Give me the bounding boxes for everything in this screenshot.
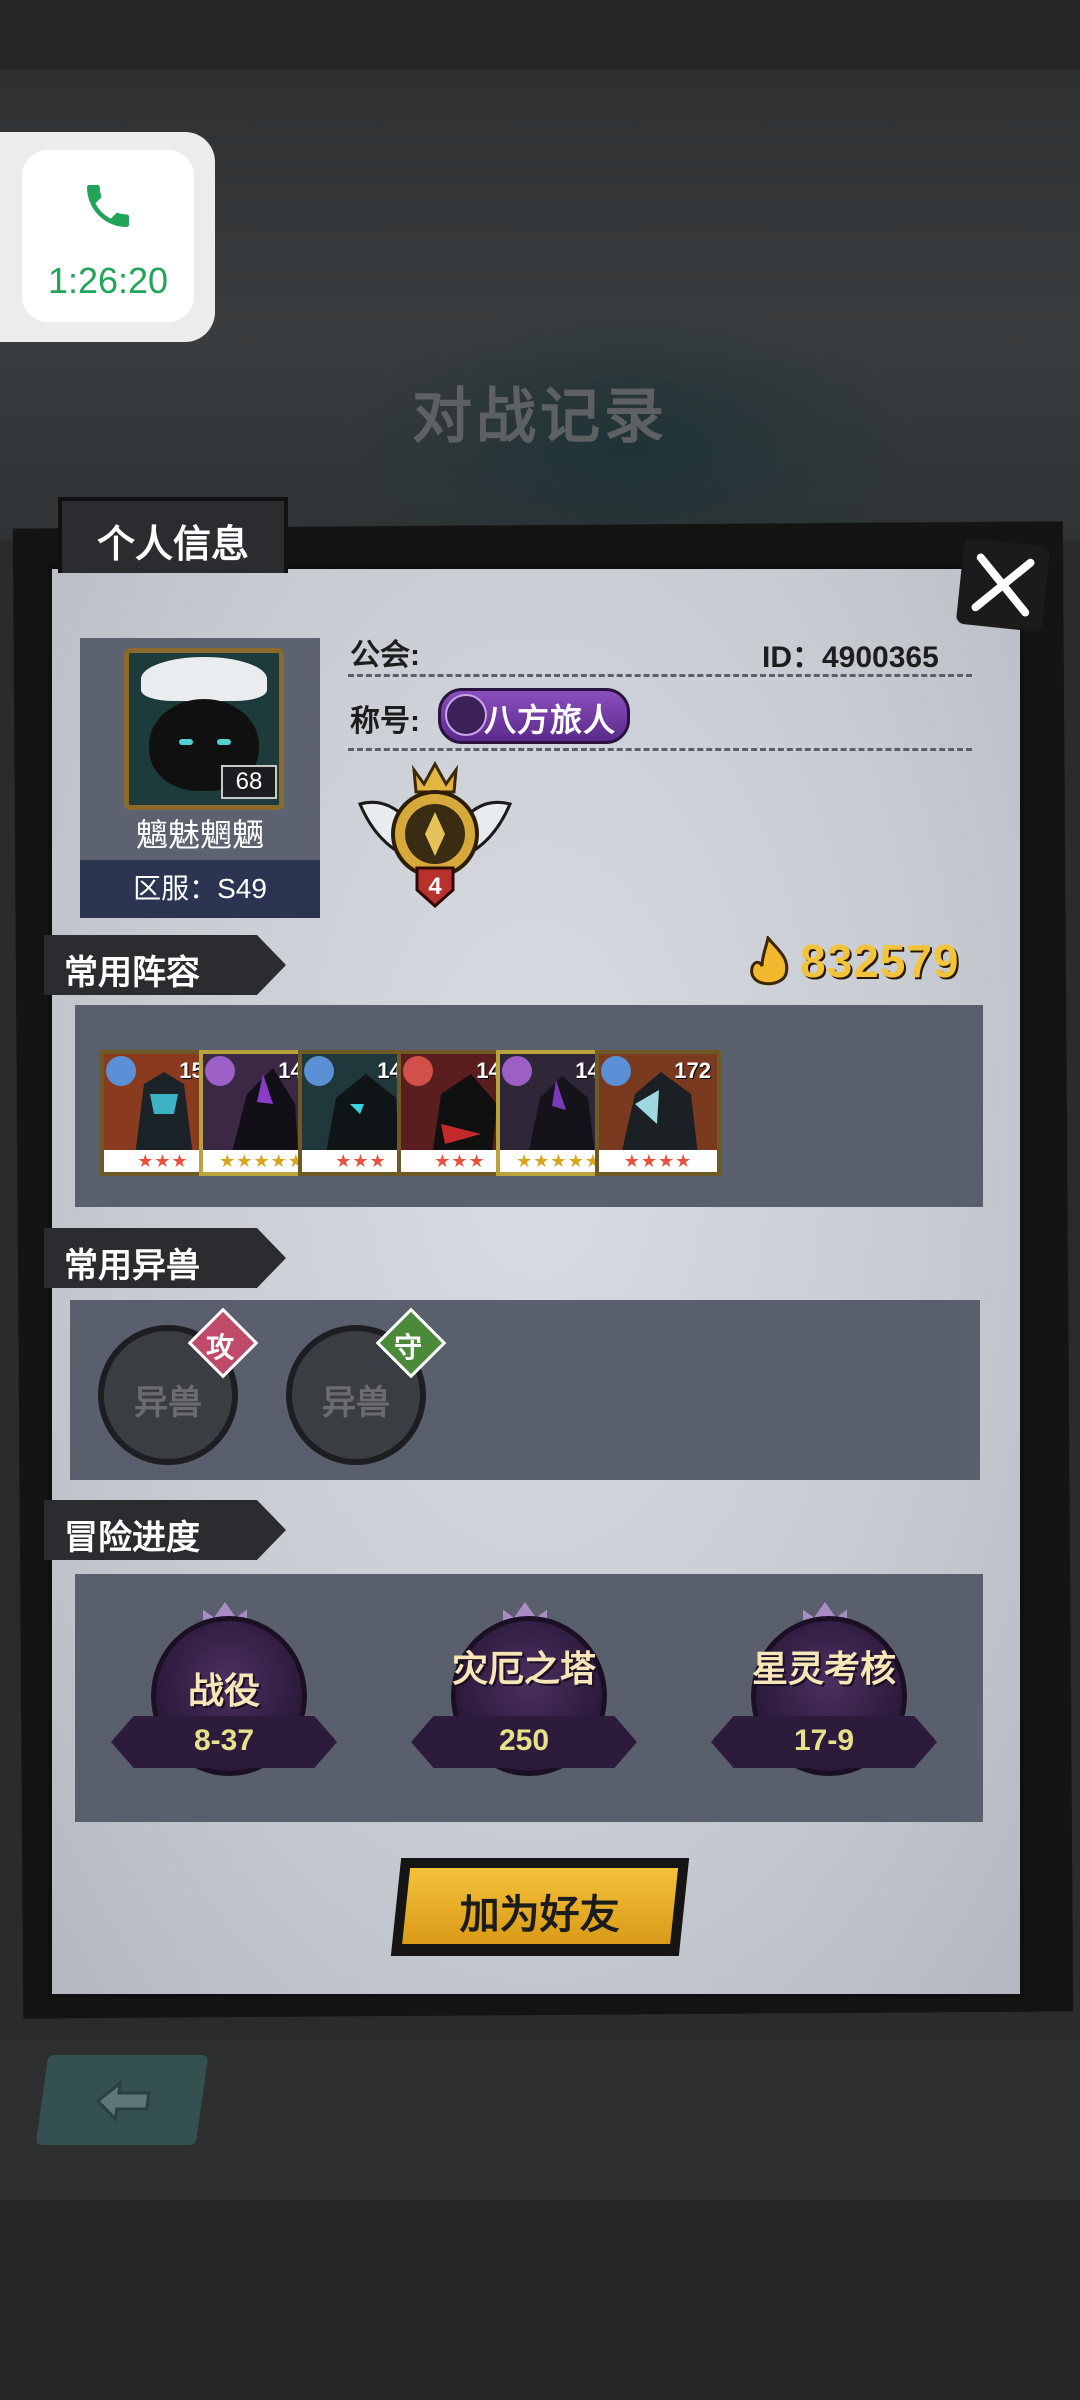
title-badge-text: 八方旅人: [483, 702, 616, 738]
void-faction-icon: [205, 1056, 235, 1086]
section-label-progress: 冒险进度: [44, 1500, 286, 1560]
progress-name: 灾厄之塔: [451, 1648, 596, 1689]
phone-icon: [87, 185, 129, 227]
player-nickname: 魑魅魍魉: [135, 817, 264, 853]
rank-level: 4: [428, 873, 442, 900]
hero-level: 172: [674, 1058, 711, 1083]
fire-faction-icon: [403, 1056, 433, 1086]
rank-emblem[interactable]: 4: [350, 756, 520, 916]
water-faction-icon: [106, 1056, 136, 1086]
avatar-wings: [141, 657, 267, 701]
avatar[interactable]: 68: [124, 648, 284, 810]
ongoing-call-pill[interactable]: 1:26:20: [0, 132, 215, 342]
call-card[interactable]: 1:26:20: [22, 150, 194, 322]
hero-card[interactable]: 172 ★★★★: [595, 1050, 721, 1176]
status-bar-area: [0, 0, 1080, 70]
hero-stars: ★★★★: [599, 1150, 717, 1172]
avatar-eye: [217, 739, 231, 745]
close-button[interactable]: [955, 537, 1051, 633]
beast-panel: 异兽 攻 异兽 守: [70, 1300, 980, 1480]
progress-value: 17-9: [793, 1724, 855, 1757]
attack-tag-label: 攻: [206, 1331, 235, 1363]
void-faction-icon: [502, 1056, 532, 1086]
back-arrow-icon: [95, 2079, 151, 2123]
section-label-beasts: 常用异兽: [44, 1228, 286, 1288]
power-flame-icon: [750, 936, 789, 986]
add-friend-label: 加为好友: [459, 1893, 620, 1937]
lineup-panel: 150 ★★★ 148 ★★★★★ 148 ★★★ 148 ★★★ 148 ★★…: [75, 1005, 983, 1207]
footer-area: [0, 2200, 1080, 2400]
background-title: 对战记录: [412, 383, 668, 450]
panel-title-tab: 个人信息: [58, 497, 288, 573]
progress-campaign[interactable]: 战役 8-37: [111, 1602, 337, 1802]
divider: [348, 748, 972, 751]
defense-tag-label: 守: [394, 1331, 423, 1363]
player-level: 68: [221, 765, 277, 799]
call-duration: 1:26:20: [47, 260, 169, 301]
server-label: 区服：S49: [80, 860, 320, 918]
progress-tower[interactable]: 灾厄之塔 250: [411, 1602, 637, 1802]
progress-panel: 战役 8-37 灾厄之塔 250 星灵考核 17-9: [75, 1574, 983, 1822]
water-faction-icon: [601, 1056, 631, 1086]
panel-title: 个人信息: [96, 524, 249, 566]
beast-slot-label: 异兽: [322, 1384, 390, 1422]
section-title: 常用阵容: [64, 954, 200, 992]
progress-value: 250: [498, 1724, 550, 1757]
progress-name: 星灵考核: [751, 1648, 896, 1689]
divider: [348, 674, 972, 677]
section-title: 冒险进度: [64, 1519, 200, 1557]
water-faction-icon: [304, 1056, 334, 1086]
beast-slot-label: 异兽: [134, 1384, 202, 1422]
section-title: 常用异兽: [64, 1247, 200, 1285]
add-friend-button[interactable]: 加为好友: [390, 1858, 690, 1956]
section-label-lineup: 常用阵容: [44, 935, 286, 995]
player-id: ID：4900365: [762, 641, 939, 674]
avatar-eye: [179, 739, 193, 745]
progress-value: 8-37: [193, 1724, 255, 1757]
back-button[interactable]: [35, 2055, 209, 2145]
profile-card[interactable]: 68 魑魅魍魉 区服：S49: [80, 638, 320, 918]
title-badge: 八方旅人: [438, 688, 630, 744]
title-label: 称号:: [350, 705, 420, 738]
progress-name: 战役: [187, 1670, 260, 1711]
guild-label: 公会:: [350, 639, 420, 672]
progress-star-trial[interactable]: 星灵考核 17-9: [711, 1602, 937, 1802]
power-value: 832579: [800, 935, 960, 987]
close-icon: [971, 553, 1035, 617]
